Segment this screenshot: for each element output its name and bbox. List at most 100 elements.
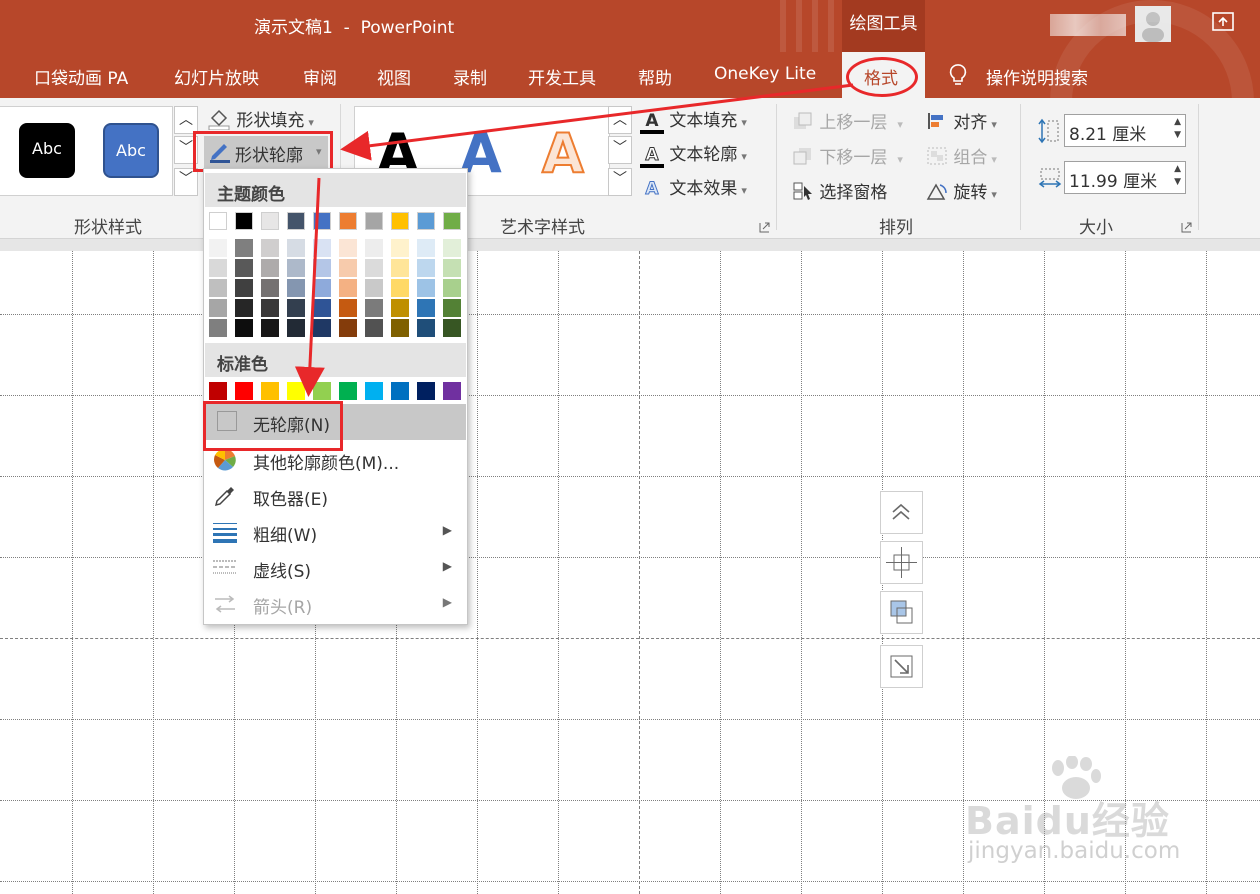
- theme-shade-swatch[interactable]: [313, 279, 331, 297]
- tell-me-search[interactable]: 操作说明搜索: [986, 64, 1088, 89]
- standard-color-swatch[interactable]: [235, 382, 253, 400]
- theme-color-swatch[interactable]: [261, 212, 279, 230]
- standard-color-swatch[interactable]: [287, 382, 305, 400]
- theme-shade-swatch[interactable]: [313, 299, 331, 317]
- theme-shade-swatch[interactable]: [391, 259, 409, 277]
- tab-developer[interactable]: 开发工具: [528, 64, 596, 89]
- align-center-button[interactable]: [880, 541, 923, 584]
- shape-height-input[interactable]: 8.21 厘米 ▲ ▼: [1064, 114, 1186, 147]
- theme-shade-swatch[interactable]: [443, 299, 461, 317]
- theme-shade-swatch[interactable]: [339, 259, 357, 277]
- standard-color-swatch[interactable]: [209, 382, 227, 400]
- theme-shade-swatch[interactable]: [417, 279, 435, 297]
- rotate-button[interactable]: 旋转 ▾: [926, 178, 997, 203]
- theme-color-swatch[interactable]: [391, 212, 409, 230]
- height-spinner-icon[interactable]: ▲ ▼: [1174, 116, 1181, 142]
- theme-shade-swatch[interactable]: [391, 319, 409, 337]
- theme-color-swatch[interactable]: [209, 212, 227, 230]
- wordart-launcher-icon[interactable]: [759, 218, 770, 237]
- theme-shade-swatch[interactable]: [209, 239, 227, 257]
- menu-item-eyedropper[interactable]: 取色器(E): [205, 478, 466, 514]
- shape-fill-button[interactable]: 形状填充 ▾: [207, 106, 314, 131]
- resize-button[interactable]: [880, 645, 923, 688]
- menu-item-dashes[interactable]: 虚线(S) ▶: [205, 550, 466, 586]
- theme-shade-swatch[interactable]: [287, 259, 305, 277]
- text-outline-button[interactable]: A 文本轮廓 ▾: [640, 140, 747, 168]
- tab-view[interactable]: 视图: [377, 64, 411, 89]
- theme-shade-swatch[interactable]: [365, 299, 383, 317]
- theme-shade-swatch[interactable]: [339, 279, 357, 297]
- theme-shade-swatch[interactable]: [443, 259, 461, 277]
- wordart-style-orange-outline[interactable]: A: [541, 123, 585, 185]
- theme-shade-swatch[interactable]: [365, 279, 383, 297]
- theme-shade-swatch[interactable]: [339, 319, 357, 337]
- size-launcher-icon[interactable]: [1181, 218, 1192, 237]
- selection-pane-button[interactable]: 选择窗格: [792, 178, 887, 203]
- text-fill-button[interactable]: A 文本填充 ▾: [640, 106, 747, 134]
- theme-shade-swatch[interactable]: [313, 319, 331, 337]
- lightbulb-icon[interactable]: [948, 63, 968, 91]
- theme-shade-swatch[interactable]: [235, 299, 253, 317]
- menu-item-arrows[interactable]: 箭头(R) ▶: [205, 586, 466, 622]
- theme-shade-swatch[interactable]: [443, 319, 461, 337]
- standard-color-swatch[interactable]: [261, 382, 279, 400]
- theme-shade-swatch[interactable]: [209, 319, 227, 337]
- standard-color-swatch[interactable]: [391, 382, 409, 400]
- standard-color-swatch[interactable]: [313, 382, 331, 400]
- standard-color-swatch[interactable]: [443, 382, 461, 400]
- text-effects-button[interactable]: A 文本效果 ▾: [640, 174, 747, 200]
- layout-options-collapse-button[interactable]: [880, 491, 923, 534]
- standard-color-swatch[interactable]: [417, 382, 435, 400]
- theme-shade-swatch[interactable]: [261, 299, 279, 317]
- theme-shade-swatch[interactable]: [235, 239, 253, 257]
- theme-shade-swatch[interactable]: [287, 239, 305, 257]
- gallery-more[interactable]: ﹀: [174, 168, 198, 196]
- standard-color-swatch[interactable]: [365, 382, 383, 400]
- theme-shade-swatch[interactable]: [287, 319, 305, 337]
- standard-color-swatch[interactable]: [339, 382, 357, 400]
- tab-record[interactable]: 录制: [453, 64, 487, 89]
- theme-shade-swatch[interactable]: [391, 279, 409, 297]
- theme-shade-swatch[interactable]: [365, 239, 383, 257]
- tab-slideshow[interactable]: 幻灯片放映: [174, 64, 259, 89]
- wordart-scroll-down[interactable]: ﹀: [608, 136, 632, 164]
- bring-forward-button[interactable]: 上移一层 ▾: [792, 108, 903, 133]
- theme-shade-swatch[interactable]: [443, 279, 461, 297]
- theme-shade-swatch[interactable]: [261, 319, 279, 337]
- theme-color-swatch[interactable]: [339, 212, 357, 230]
- theme-color-swatch[interactable]: [235, 212, 253, 230]
- theme-shade-swatch[interactable]: [365, 259, 383, 277]
- theme-shade-swatch[interactable]: [261, 239, 279, 257]
- theme-shade-swatch[interactable]: [443, 239, 461, 257]
- shape-width-input[interactable]: 11.99 厘米 ▲ ▼: [1064, 161, 1186, 194]
- tab-pocket-animation[interactable]: 口袋动画 PA: [34, 64, 128, 89]
- send-backward-button[interactable]: 下移一层 ▾: [792, 143, 903, 168]
- theme-shade-swatch[interactable]: [235, 279, 253, 297]
- tab-help[interactable]: 帮助: [638, 64, 672, 89]
- theme-shade-swatch[interactable]: [391, 299, 409, 317]
- theme-shade-swatch[interactable]: [417, 239, 435, 257]
- theme-shade-swatch[interactable]: [417, 259, 435, 277]
- wordart-scroll-up[interactable]: ︿: [608, 106, 632, 134]
- theme-shade-swatch[interactable]: [417, 299, 435, 317]
- theme-shade-swatch[interactable]: [339, 239, 357, 257]
- menu-item-weight[interactable]: 粗细(W) ▶: [205, 514, 466, 550]
- width-spinner-icon[interactable]: ▲ ▼: [1174, 163, 1181, 189]
- theme-color-swatch[interactable]: [313, 212, 331, 230]
- gallery-scroll-up[interactable]: ︿: [174, 106, 198, 134]
- wordart-more[interactable]: ﹀: [608, 168, 632, 196]
- theme-shade-swatch[interactable]: [261, 279, 279, 297]
- shape-style-preview-blue[interactable]: Abc: [103, 123, 159, 178]
- theme-shade-swatch[interactable]: [365, 319, 383, 337]
- theme-color-swatch[interactable]: [287, 212, 305, 230]
- theme-shade-swatch[interactable]: [339, 299, 357, 317]
- theme-shade-swatch[interactable]: [235, 319, 253, 337]
- theme-shade-swatch[interactable]: [417, 319, 435, 337]
- theme-shade-swatch[interactable]: [261, 259, 279, 277]
- align-button[interactable]: 对齐 ▾: [926, 108, 997, 133]
- theme-shade-swatch[interactable]: [209, 279, 227, 297]
- theme-shade-swatch[interactable]: [313, 259, 331, 277]
- theme-color-swatch[interactable]: [417, 212, 435, 230]
- theme-shade-swatch[interactable]: [235, 259, 253, 277]
- theme-shade-swatch[interactable]: [313, 239, 331, 257]
